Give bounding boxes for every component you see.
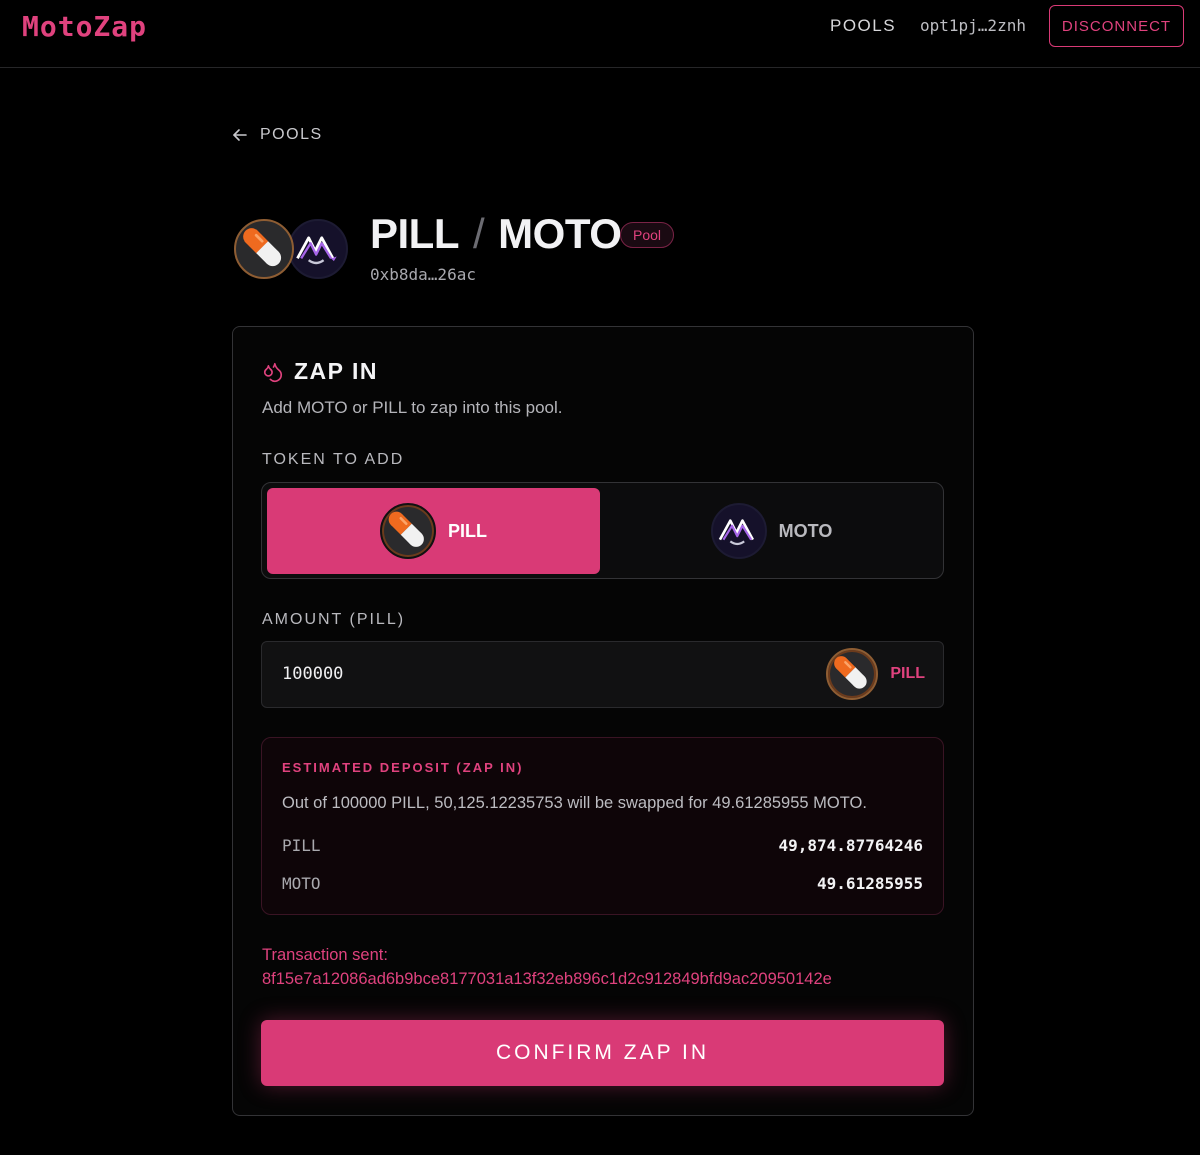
estimate-row: PILL 49,874.87764246 (282, 836, 923, 855)
estimate-title: ESTIMATED DEPOSIT (ZAP IN) (282, 760, 524, 775)
estimate-row-value: 49.61285955 (817, 874, 923, 893)
back-to-pools-link[interactable]: POOLS (232, 126, 323, 144)
token-option-moto-label: MOTO (778, 520, 833, 541)
token-toggle: PILL MOTO (261, 482, 944, 579)
estimated-deposit-panel: ESTIMATED DEPOSIT (ZAP IN) Out of 100000… (261, 737, 944, 915)
disconnect-button[interactable]: DISCONNECT (1049, 5, 1184, 47)
zap-subtitle: Add MOTO or PILL to zap into this pool. (262, 398, 563, 417)
pill-token-icon (380, 503, 436, 559)
pair-title: PILL / MOTO (370, 210, 622, 258)
pair-separator: / (473, 210, 485, 257)
estimate-description: Out of 100000 PILL, 50,125.12235753 will… (282, 794, 867, 812)
wallet-address[interactable]: opt1pj…2znh (920, 16, 1026, 35)
pool-badge: Pool (620, 222, 675, 248)
estimate-row: MOTO 49.61285955 (282, 874, 923, 893)
zap-title-text: ZAP IN (294, 358, 378, 384)
back-link-label: POOLS (260, 126, 323, 143)
confirm-zap-in-button[interactable]: CONFIRM ZAP IN (261, 1020, 944, 1086)
arrow-left-icon (233, 129, 247, 141)
zap-title: ZAP IN (262, 358, 378, 385)
estimate-row-value: 49,874.87764246 (778, 836, 924, 855)
pool-address[interactable]: 0xb8da…26ac (370, 265, 476, 284)
token-option-moto[interactable]: MOTO (605, 488, 938, 574)
pair-token-a: PILL (370, 210, 460, 257)
nav-pools-link[interactable]: POOLS (830, 16, 896, 36)
pill-token-icon (826, 648, 879, 700)
transaction-hash[interactable]: 8f15e7a12086ad6b9bce8177031a13f32eb896c1… (262, 970, 832, 989)
token-to-add-label: TOKEN TO ADD (262, 451, 405, 468)
top-bar: MotoZap POOLS opt1pj…2znh DISCONNECT (0, 0, 1200, 68)
amount-input[interactable]: 100000 PILL (261, 641, 944, 708)
token-option-pill-label: PILL (448, 520, 487, 541)
pair-token-b: MOTO (498, 210, 622, 257)
amount-token-label: PILL (890, 665, 925, 682)
estimate-row-token: MOTO (282, 874, 321, 893)
zap-card (232, 326, 974, 1116)
token-option-pill[interactable]: PILL (267, 488, 600, 574)
app-logo[interactable]: MotoZap (22, 10, 147, 43)
moto-token-avatar (288, 219, 348, 279)
amount-token-indicator: PILL (826, 648, 925, 700)
amount-value[interactable]: 100000 (282, 664, 343, 684)
pill-token-avatar (234, 219, 294, 279)
drops-icon (263, 362, 283, 382)
moto-token-icon (710, 503, 767, 559)
transaction-status-label: Transaction sent: (262, 946, 388, 964)
estimate-row-token: PILL (282, 836, 321, 855)
amount-label: AMOUNT (PILL) (262, 611, 406, 628)
